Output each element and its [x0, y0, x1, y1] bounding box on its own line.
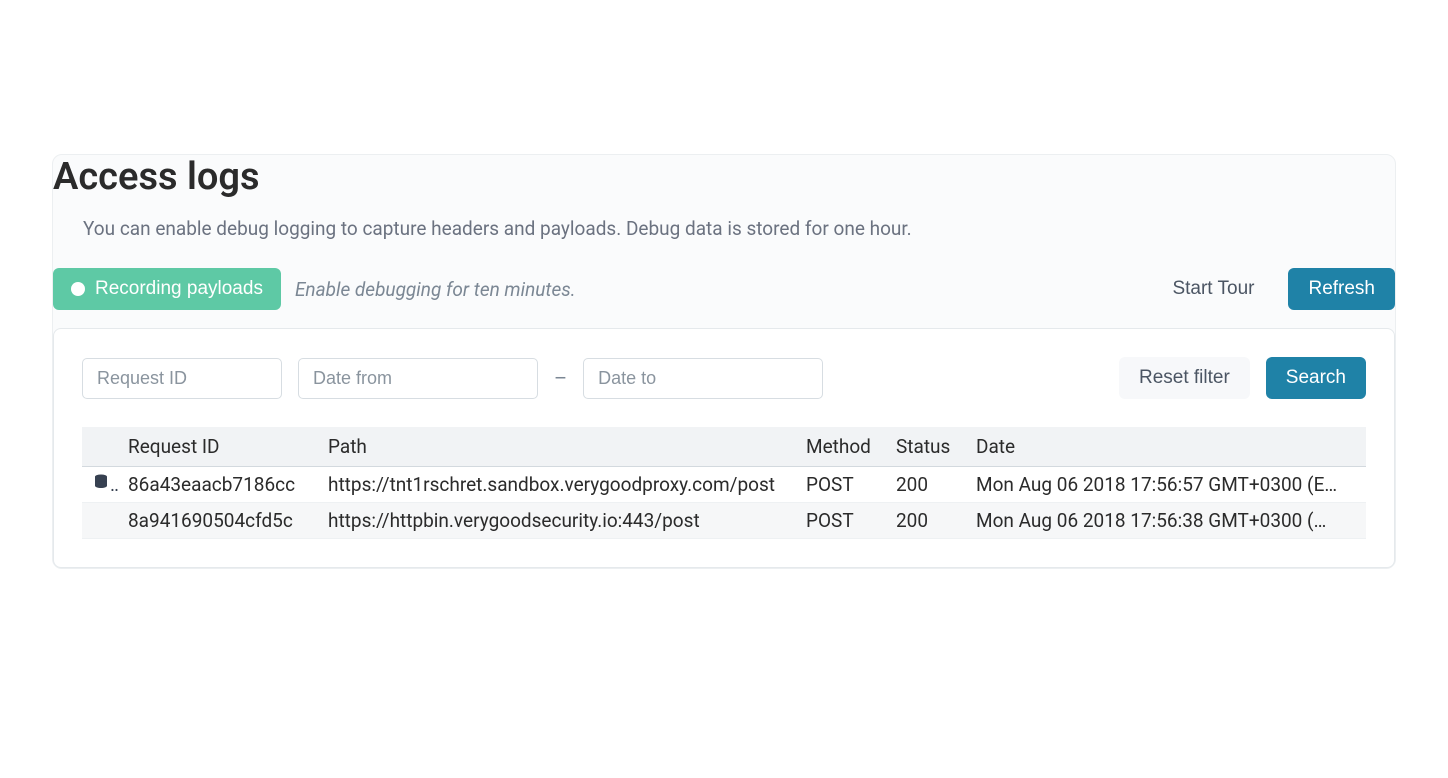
col-status-header: Status: [886, 427, 966, 467]
row-request-id: 8a941690504cfd5c: [118, 503, 318, 539]
reset-filter-button[interactable]: Reset filter: [1119, 357, 1250, 399]
row-date: Mon Aug 06 2018 17:56:57 GMT+0300 (E…: [966, 467, 1366, 503]
row-method: POST: [796, 467, 886, 503]
row-date: Mon Aug 06 2018 17:56:38 GMT+0300 (…: [966, 503, 1366, 539]
table-header-row: Request ID Path Method Status Date: [82, 427, 1366, 467]
log-card: – Reset filter Search Request ID Path Me…: [53, 328, 1395, 568]
request-id-input[interactable]: [82, 358, 282, 399]
col-icon-header: [82, 427, 118, 467]
row-request-id: 86a43eaacb7186cc: [118, 467, 318, 503]
start-tour-button[interactable]: Start Tour: [1152, 268, 1274, 310]
recording-label: Recording payloads: [95, 278, 263, 300]
record-dot-icon: [71, 282, 85, 296]
debug-hint: Enable debugging for ten minutes.: [295, 278, 576, 301]
page-title: Access logs: [53, 155, 1395, 199]
filter-bar: – Reset filter Search: [82, 357, 1366, 399]
row-status: 200: [886, 467, 966, 503]
access-logs-panel: Access logs You can enable debug logging…: [52, 154, 1396, 569]
search-button[interactable]: Search: [1266, 357, 1366, 399]
page-description: You can enable debug logging to capture …: [83, 217, 1395, 240]
date-from-input[interactable]: [298, 358, 538, 399]
row-method: POST: [796, 503, 886, 539]
log-table: Request ID Path Method Status Date 86a43…: [82, 427, 1366, 539]
row-path: https://tnt1rschret.sandbox.verygoodprox…: [318, 467, 796, 503]
row-icon-cell: [82, 503, 118, 539]
col-path-header: Path: [318, 427, 796, 467]
toolbar: Recording payloads Enable debugging for …: [53, 268, 1395, 310]
date-range-separator: –: [554, 366, 567, 390]
col-method-header: Method: [796, 427, 886, 467]
table-row[interactable]: 86a43eaacb7186cchttps://tnt1rschret.sand…: [82, 467, 1366, 503]
col-date-header: Date: [966, 427, 1366, 467]
date-to-input[interactable]: [583, 358, 823, 399]
recording-payloads-button[interactable]: Recording payloads: [53, 268, 281, 310]
col-request-id-header: Request ID: [118, 427, 318, 467]
row-status: 200: [886, 503, 966, 539]
table-row[interactable]: 8a941690504cfd5chttps://httpbin.verygood…: [82, 503, 1366, 539]
refresh-button[interactable]: Refresh: [1288, 268, 1395, 310]
row-icon-cell: [82, 467, 118, 503]
row-path: https://httpbin.verygoodsecurity.io:443/…: [318, 503, 796, 539]
database-icon: [92, 473, 110, 491]
